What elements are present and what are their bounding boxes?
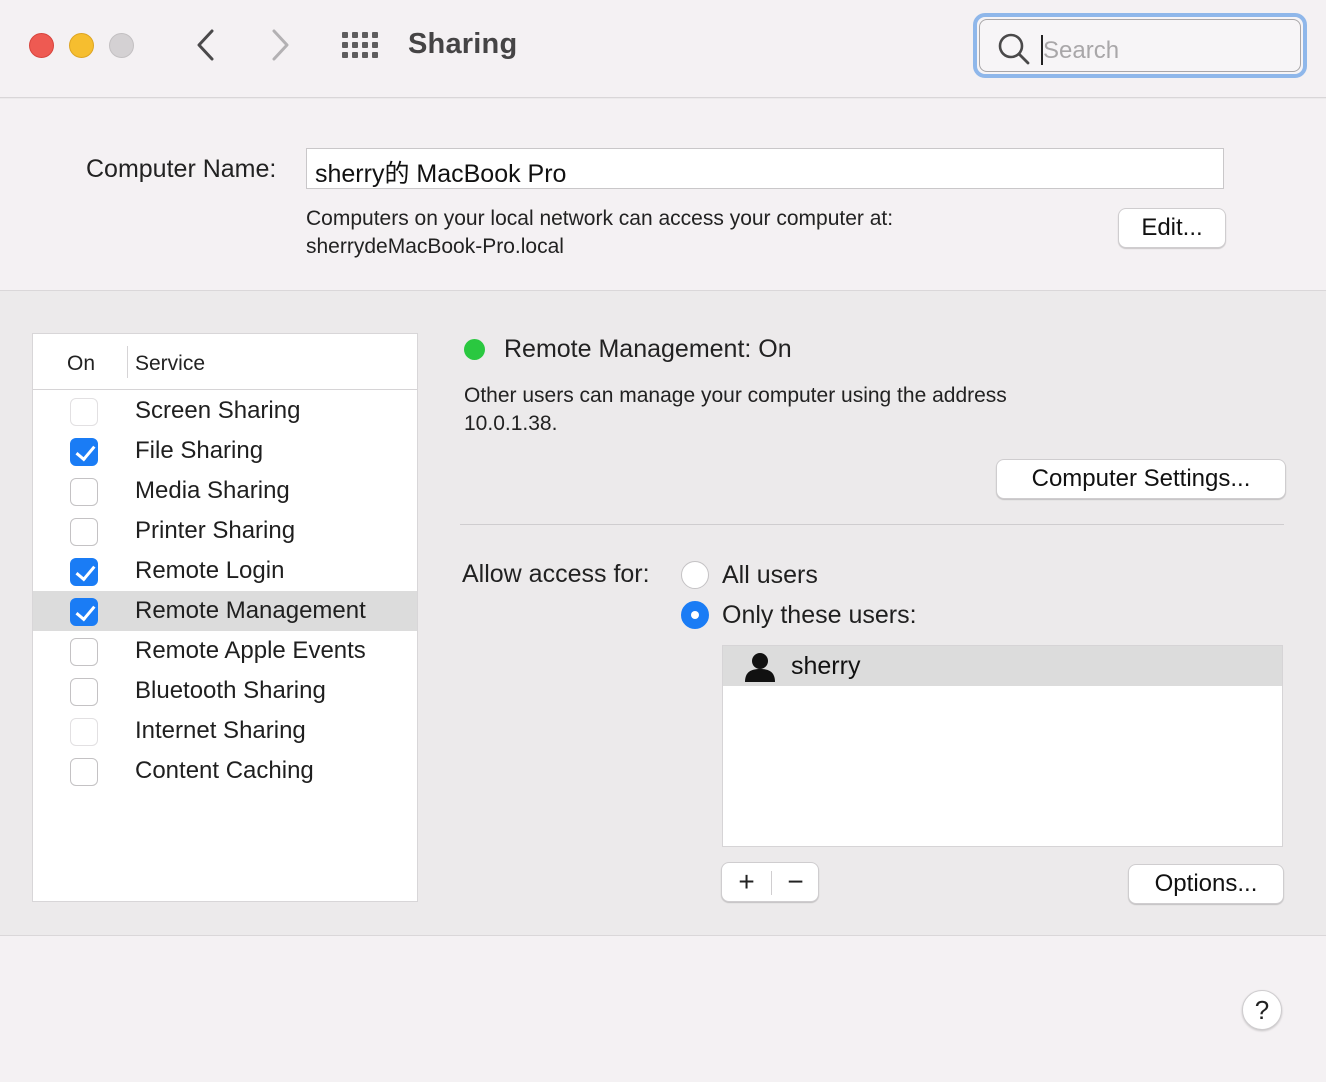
- only-these-users-radio[interactable]: [681, 601, 709, 629]
- computer-name-label: Computer Name:: [86, 155, 277, 183]
- column-divider: [127, 346, 128, 378]
- users-list: sherry: [722, 645, 1283, 847]
- service-checkbox[interactable]: [70, 398, 98, 426]
- service-row[interactable]: Printer Sharing: [33, 511, 417, 551]
- service-checkbox[interactable]: [70, 478, 98, 506]
- user-row[interactable]: sherry: [723, 646, 1282, 686]
- service-checkbox[interactable]: [70, 518, 98, 546]
- chevron-left-icon: [197, 29, 214, 61]
- search-field[interactable]: Search: [973, 13, 1307, 78]
- back-button[interactable]: [192, 28, 222, 62]
- service-label: Remote Login: [135, 557, 285, 584]
- service-checkbox[interactable]: [70, 718, 98, 746]
- service-list-header: On Service: [33, 334, 417, 390]
- service-label: File Sharing: [135, 437, 264, 464]
- column-header-service[interactable]: Service: [135, 352, 205, 376]
- help-button[interactable]: ?: [1242, 990, 1282, 1030]
- service-label: Bluetooth Sharing: [135, 677, 326, 704]
- all-users-label[interactable]: All users: [722, 561, 818, 590]
- window-title: Sharing: [408, 28, 518, 60]
- computer-name-section: [0, 99, 1326, 291]
- search-placeholder: Search: [1043, 37, 1120, 64]
- service-row[interactable]: Remote Login: [33, 551, 417, 591]
- service-row[interactable]: Remote Apple Events: [33, 631, 417, 671]
- service-checkbox[interactable]: [70, 438, 98, 466]
- only-these-users-label[interactable]: Only these users:: [722, 601, 917, 630]
- service-row[interactable]: File Sharing: [33, 431, 417, 471]
- service-label: Content Caching: [135, 757, 314, 784]
- user-name: sherry: [791, 652, 861, 680]
- add-user-button[interactable]: +: [722, 863, 771, 901]
- service-row[interactable]: Screen Sharing: [33, 391, 417, 431]
- service-checkbox[interactable]: [70, 598, 98, 626]
- text-caret: [1041, 35, 1043, 65]
- column-header-on[interactable]: On: [67, 352, 95, 376]
- service-label: Screen Sharing: [135, 397, 301, 424]
- service-label: Printer Sharing: [135, 517, 296, 544]
- show-all-grid-icon[interactable]: [342, 32, 380, 58]
- service-row[interactable]: Bluetooth Sharing: [33, 671, 417, 711]
- service-row[interactable]: Internet Sharing: [33, 711, 417, 751]
- section-divider: [460, 524, 1284, 525]
- description-line2: 10.0.1.38.: [464, 412, 558, 435]
- remove-user-button[interactable]: −: [772, 863, 819, 901]
- service-checkbox[interactable]: [70, 558, 98, 586]
- service-label: Remote Apple Events: [135, 637, 366, 664]
- service-label: Internet Sharing: [135, 717, 306, 744]
- service-label: Remote Management: [135, 597, 366, 624]
- close-window-button[interactable]: [29, 33, 54, 58]
- chevron-right-icon: [272, 29, 289, 61]
- user-icon: [745, 653, 775, 682]
- footer-area: [0, 935, 1326, 1082]
- service-row[interactable]: Content Caching: [33, 751, 417, 791]
- all-users-radio[interactable]: [681, 561, 709, 589]
- service-description: Other users can manage your computer usi…: [464, 382, 1007, 438]
- zoom-window-button[interactable]: [109, 33, 134, 58]
- service-checkbox[interactable]: [70, 638, 98, 666]
- service-checkbox[interactable]: [70, 758, 98, 786]
- service-row[interactable]: Remote Management: [33, 591, 417, 631]
- toolbar: Sharing Search: [0, 0, 1326, 98]
- service-row[interactable]: Media Sharing: [33, 471, 417, 511]
- status-indicator: [464, 339, 485, 360]
- allow-access-label: Allow access for:: [462, 560, 650, 588]
- network-address-line1: Computers on your local network can acce…: [306, 207, 894, 230]
- search-icon: [998, 33, 1030, 65]
- computer-settings-button[interactable]: Computer Settings...: [996, 459, 1286, 499]
- service-list: On Service Screen Sharing File Sharing Med…: [32, 333, 418, 902]
- add-remove-control: + −: [721, 862, 819, 902]
- network-address-text: Computers on your local network can acce…: [306, 205, 893, 261]
- forward-button[interactable]: [266, 28, 296, 62]
- computer-name-input[interactable]: sherry的 MacBook Pro: [306, 148, 1224, 189]
- network-address-line2: sherrydeMacBook-Pro.local: [306, 235, 564, 258]
- service-status: Remote Management: On: [504, 335, 792, 363]
- description-line1: Other users can manage your computer usi…: [464, 384, 1007, 407]
- options-button[interactable]: Options...: [1128, 864, 1284, 904]
- edit-button[interactable]: Edit...: [1118, 208, 1226, 248]
- minimize-window-button[interactable]: [69, 33, 94, 58]
- service-label: Media Sharing: [135, 477, 290, 504]
- service-checkbox[interactable]: [70, 678, 98, 706]
